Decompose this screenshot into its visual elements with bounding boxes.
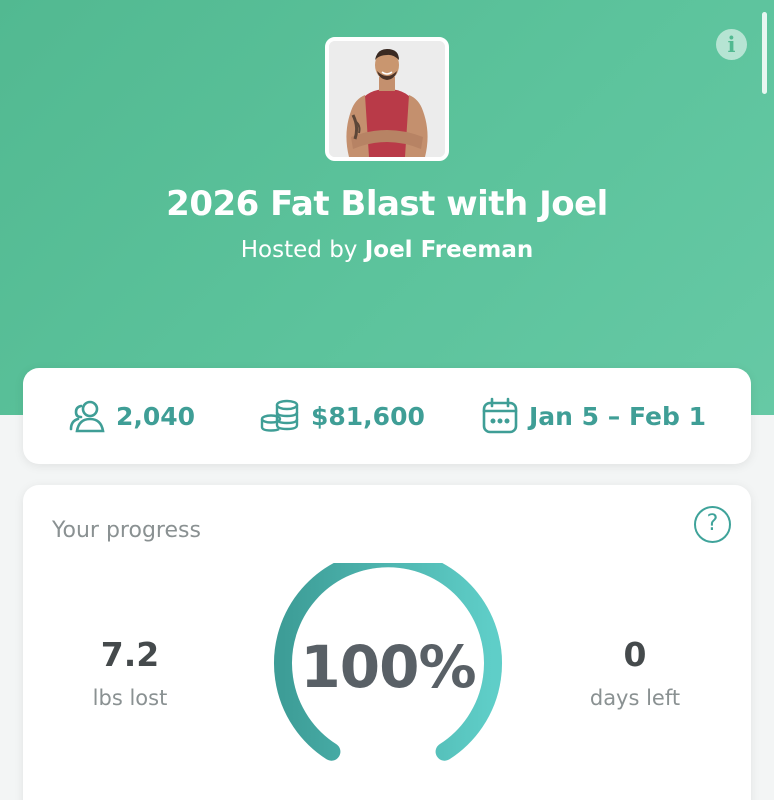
pot-stat: $81,600 [259, 368, 425, 464]
challenge-stats-card: 2,040 $81,600 Jan 5 – Feb 1 [23, 368, 751, 464]
members-icon [69, 400, 105, 433]
days-left-metric: 0 days left [550, 635, 720, 710]
progress-card: Your progress ? 7.2 lbs lost 100% 0 days… [23, 485, 751, 800]
host-name[interactable]: Joel Freeman [365, 237, 534, 263]
coins-icon [260, 399, 299, 432]
pot-amount: $81,600 [311, 401, 425, 431]
challenge-dates: Jan 5 – Feb 1 [529, 401, 706, 431]
scroll-indicator [762, 12, 767, 94]
progress-percent: 100% [300, 633, 476, 701]
hosted-by-label: Hosted by [240, 237, 358, 263]
members-stat: 2,040 [68, 368, 195, 464]
help-icon[interactable]: ? [694, 506, 731, 543]
members-count: 2,040 [116, 401, 196, 431]
lbs-lost-label: lbs lost [92, 686, 168, 710]
challenge-title: 2026 Fat Blast with Joel [166, 184, 608, 224]
challenge-header: i 2026 Fat Blast with Joel Hosted by Joe… [0, 0, 774, 415]
lbs-lost-value: 7.2 [100, 635, 160, 674]
days-left-value: 0 [623, 635, 647, 674]
info-icon[interactable]: i [716, 29, 747, 60]
days-left-label: days left [589, 686, 681, 710]
dates-stat: Jan 5 – Feb 1 [481, 368, 706, 464]
progress-title: Your progress [52, 518, 201, 543]
host-avatar [325, 37, 449, 161]
host-line: Hosted by Joel Freeman [0, 237, 774, 263]
lbs-lost-metric: 7.2 lbs lost [45, 635, 215, 710]
calendar-icon [482, 397, 518, 434]
